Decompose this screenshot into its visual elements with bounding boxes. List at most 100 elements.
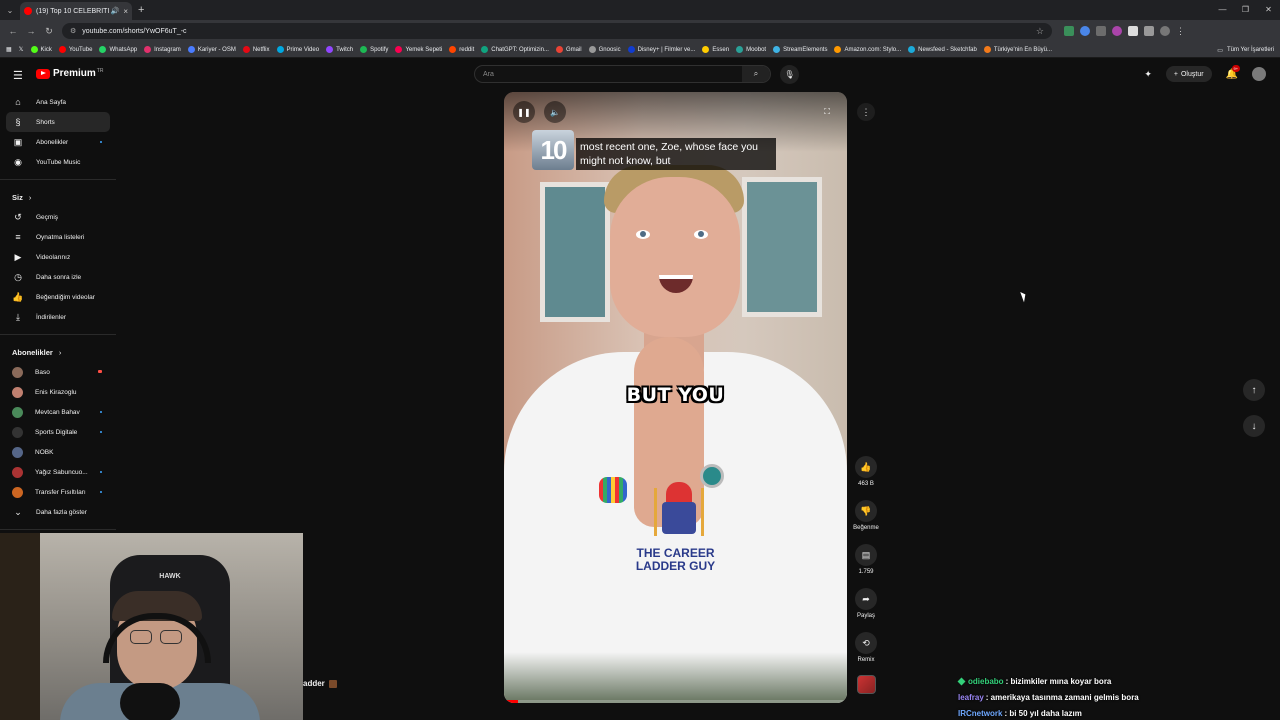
sidebar-item-yag-z-sabuncuo[interactable]: Yağız Sabuncuo... xyxy=(6,462,110,482)
remix-button[interactable]: ⟲ Remix xyxy=(848,632,884,663)
pause-button[interactable]: ❚❚ xyxy=(513,101,535,123)
sidebar-item-baso[interactable]: Baso xyxy=(6,362,110,382)
bookmark-item[interactable]: Türkiye'nin En Büyü... xyxy=(983,46,1052,53)
sidebar-item-mevtcan-bahav[interactable]: Mevtcan Bahav xyxy=(6,402,110,422)
x-bookmark-icon[interactable]: 𝕏 xyxy=(19,46,24,53)
bookmark-item[interactable]: Twitch xyxy=(326,46,353,53)
channel-avatar xyxy=(12,406,23,418)
bookmark-item[interactable]: Prime Video xyxy=(276,46,320,53)
bookmark-item[interactable]: WhatsApp xyxy=(99,46,137,53)
sidebar-section-you[interactable]: Siz › xyxy=(0,187,116,207)
bookmark-item[interactable]: Gnoosic xyxy=(588,46,621,53)
webcam-shelf xyxy=(0,533,40,720)
maximize-button[interactable]: ❐ xyxy=(1234,0,1257,20)
next-short-button[interactable]: ↓ xyxy=(1243,415,1265,437)
sidebar-item-label: Ana Sayfa xyxy=(36,98,66,106)
sidebar-item-beg-endig-im-videolar[interactable]: 👍 Beğendiğim videolar xyxy=(6,287,110,307)
bookmark-item[interactable]: Yemek Sepeti xyxy=(395,46,442,53)
reload-button[interactable]: ↻ xyxy=(40,26,58,37)
mute-button[interactable]: 🔈 xyxy=(544,101,566,123)
account-avatar[interactable] xyxy=(1252,67,1266,81)
bookmark-favicon-icon xyxy=(627,46,635,53)
bookmark-item[interactable]: ChatGPT: Optimizin... xyxy=(481,46,549,53)
sidebar-item-transfer-f-s-lt-lar[interactable]: Transfer Fısıltıları xyxy=(6,482,110,502)
create-button[interactable]: + Oluştur xyxy=(1165,66,1212,82)
sidebar-item-oynatma-listeleri[interactable]: ≡ Oynatma listeleri xyxy=(6,227,110,247)
browser-toolbar: ← → ↻ ⚙ youtube.com/shorts/YwOF6uT_-c ☆ … xyxy=(0,20,1280,42)
show-more-button[interactable]: ⌄ Daha fazla göster xyxy=(6,502,110,522)
share-button[interactable]: ➦ Paylaş xyxy=(848,588,884,619)
bookmark-label: Prime Video xyxy=(286,46,320,53)
menu-icon[interactable]: ☰ xyxy=(13,69,23,82)
site-info-icon[interactable]: ⚙ xyxy=(70,27,76,35)
new-tab-button[interactable]: + xyxy=(138,4,144,16)
apps-icon[interactable]: ▦ xyxy=(6,46,12,53)
shorts-video-player[interactable]: THE CAREER LADDER GUY ❚❚ 🔈 ⛶ 10 most rec… xyxy=(504,92,847,703)
more-options-button[interactable]: ⋮ xyxy=(857,103,875,121)
dislike-label: Beğenme xyxy=(853,525,879,531)
channel-avatar[interactable] xyxy=(857,675,876,694)
bookmark-item[interactable]: Spotify xyxy=(360,46,388,53)
bookmark-favicon-icon xyxy=(588,46,596,53)
bookmark-item[interactable]: Netflix xyxy=(242,46,270,53)
header-actions: ✦ + Oluştur 🔔 9+ xyxy=(1144,64,1266,82)
bookmark-item[interactable]: Disney+ | Filmler ve... xyxy=(627,46,695,53)
extension-icon[interactable] xyxy=(1096,26,1106,36)
sidebar-item-gec-mis[interactable]: ↺ Geçmiş xyxy=(6,207,110,227)
sidebar-item-sports-digitale[interactable]: Sports Digitale xyxy=(6,422,110,442)
profile-icon[interactable] xyxy=(1160,26,1170,36)
bookmark-item[interactable]: Essen xyxy=(702,46,729,53)
tab-search-icon[interactable]: ⌄ xyxy=(0,0,20,20)
chrome-menu-icon[interactable]: ⋮ xyxy=(1176,26,1186,36)
sidebar-item-nobk[interactable]: NOBK xyxy=(6,442,110,462)
back-button[interactable]: ← xyxy=(4,26,22,36)
person-face xyxy=(610,177,740,337)
previous-short-button[interactable]: ↑ xyxy=(1243,379,1265,401)
bookmark-item[interactable]: YouTube xyxy=(58,46,92,53)
extension-icon[interactable] xyxy=(1112,26,1122,36)
browser-tab-active[interactable]: (19) Top 10 CELEBRITIES on 🔊 × xyxy=(20,2,132,20)
address-bar[interactable]: ⚙ youtube.com/shorts/YwOF6uT_-c ☆ xyxy=(62,23,1052,39)
bookmark-item[interactable]: Gmail xyxy=(555,46,582,53)
sidebar-item-youtube-music[interactable]: ◉ YouTube Music xyxy=(6,152,110,172)
bookmark-item[interactable]: Newsfeed - Sketchfab xyxy=(908,46,977,53)
forward-button[interactable]: → xyxy=(22,26,40,36)
comments-button[interactable]: ▤ 1.759 xyxy=(848,544,884,575)
bookmark-item[interactable]: Instagram xyxy=(144,46,181,53)
bookmark-star-icon[interactable]: ☆ xyxy=(1036,26,1044,37)
bookmark-item[interactable]: reddit xyxy=(449,46,474,53)
bookmark-item[interactable]: Moobot xyxy=(736,46,766,53)
search-button[interactable]: ⌕ xyxy=(742,66,770,82)
fullscreen-button[interactable]: ⛶ xyxy=(816,101,838,123)
all-bookmarks-folder[interactable]: ▭ Tüm Yer İşaretleri xyxy=(1217,42,1274,58)
sidebar-item-i-ndirilenler[interactable]: ⤓ İndirilenler xyxy=(6,307,110,327)
sidebar-item-daha-sonra-izle[interactable]: ◷ Daha sonra izle xyxy=(6,267,110,287)
extension-icon[interactable] xyxy=(1080,26,1090,36)
extension-icon[interactable] xyxy=(1064,26,1074,36)
bookmark-item[interactable]: Amazon.com: Stylo... xyxy=(834,46,901,53)
search-input[interactable]: Ara xyxy=(475,71,742,78)
extensions-puzzle-icon[interactable] xyxy=(1144,26,1154,36)
like-button[interactable]: 👍 463 B xyxy=(848,456,884,487)
close-window-button[interactable]: ✕ xyxy=(1257,0,1280,20)
video-progress-bar[interactable] xyxy=(504,700,847,703)
notifications-button[interactable]: 🔔 9+ xyxy=(1226,64,1241,80)
minimize-button[interactable]: — xyxy=(1211,0,1234,20)
sidebar-item-abonelikler[interactable]: ▣ Abonelikler xyxy=(6,132,110,152)
dislike-button[interactable]: 👎 Beğenme xyxy=(848,500,884,531)
bookmark-item[interactable]: StreamElements xyxy=(773,46,827,53)
chevron-down-icon: ⌄ xyxy=(14,506,22,517)
sidebar-item-enis-kirazoglu[interactable]: Enis Kirazoglu xyxy=(6,382,110,402)
extension-icon[interactable] xyxy=(1128,26,1138,36)
speaker-icon[interactable]: 🔊 xyxy=(111,7,120,15)
sidebar-section-subscriptions[interactable]: Abonelikler › xyxy=(0,342,116,362)
sidebar-item-ana-sayfa[interactable]: ⌂ Ana Sayfa xyxy=(6,92,110,112)
voice-search-button[interactable]: 🎙 xyxy=(780,65,799,84)
cast-icon[interactable]: ✦ xyxy=(1144,69,1152,80)
bookmark-item[interactable]: Kick xyxy=(30,46,52,53)
youtube-logo[interactable]: Premium TR xyxy=(36,68,103,79)
close-tab-icon[interactable]: × xyxy=(123,7,128,16)
sidebar-item-shorts[interactable]: § Shorts xyxy=(6,112,110,132)
bookmark-item[interactable]: Kariyer - OSM xyxy=(187,46,236,53)
sidebar-item-videolar-n-z[interactable]: ▶ Videolarınız xyxy=(6,247,110,267)
